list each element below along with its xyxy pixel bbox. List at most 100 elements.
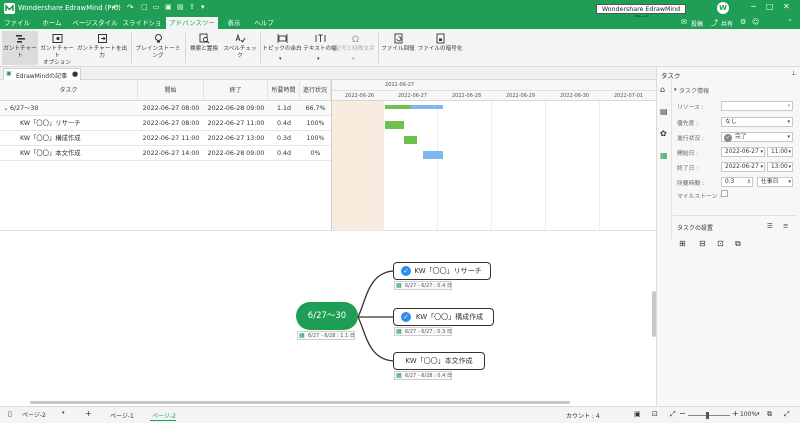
- zoom-level[interactable]: 100%: [740, 411, 757, 418]
- share-icon[interactable]: ⤴: [711, 18, 718, 28]
- menu-home[interactable]: ホーム: [40, 17, 64, 29]
- column-header-duration[interactable]: 所要時間: [268, 80, 300, 101]
- column-header-task[interactable]: タスク: [0, 80, 138, 101]
- symbols-button[interactable]: Ω 記号と特殊文字 ▾: [334, 31, 376, 65]
- expand-panel-icon[interactable]: ⤢: [784, 410, 790, 419]
- topic-margin-button[interactable]: トピックの余白 ▾: [262, 31, 302, 65]
- chevron-up-icon[interactable]: ⌃: [787, 18, 793, 26]
- file-recover-button[interactable]: ファイル回復: [380, 31, 416, 65]
- task-calendar-icon[interactable]: ▦: [660, 151, 668, 160]
- table-row[interactable]: KW「〇〇」本文作成 2022-06-27 14:00 2022-06-28 0…: [0, 146, 331, 161]
- table-row[interactable]: KW「〇〇」リサーチ 2022-06-27 08:00 2022-06-27 1…: [0, 116, 331, 131]
- spellcheck-button[interactable]: スペルチェック: [222, 31, 258, 65]
- horizontal-scrollbar[interactable]: [30, 401, 570, 404]
- share-label[interactable]: 共有: [721, 19, 733, 28]
- duration-unit-select[interactable]: 仕事日 ▾: [757, 177, 793, 187]
- save-icon[interactable]: ▣: [165, 3, 172, 11]
- open-folder-icon[interactable]: ▭: [153, 3, 160, 11]
- gantt-bar-summary-todo[interactable]: [411, 105, 443, 109]
- print-icon[interactable]: ▤: [177, 3, 184, 11]
- remove-task-icon[interactable]: ⊟: [699, 239, 706, 248]
- clipart-icon[interactable]: ✿: [660, 129, 667, 138]
- end-time-input[interactable]: 13:00 ▾: [767, 162, 793, 172]
- outdent-task-icon[interactable]: ⧉: [735, 239, 741, 249]
- fit-page-icon[interactable]: ▣: [634, 410, 641, 418]
- export-icon[interactable]: ⇪: [189, 3, 195, 11]
- redo-icon[interactable]: ↷: [127, 3, 134, 12]
- close-button[interactable]: ✕: [783, 2, 790, 11]
- end-date-value: 2022-06-27: [725, 164, 759, 170]
- table-row[interactable]: KW「〇〇」構成作成 2022-06-27 11:00 2022-06-27 1…: [0, 131, 331, 146]
- page-tab-1[interactable]: ページ-1: [110, 411, 134, 420]
- find-replace-button[interactable]: 検索と置換: [187, 31, 221, 65]
- brainstorm-button[interactable]: ブレインストーミング: [133, 31, 183, 65]
- gantt-bar-structure[interactable]: [404, 136, 417, 144]
- zoom-out-button[interactable]: −: [679, 409, 686, 418]
- stepper-icon[interactable]: ⇕: [747, 178, 751, 187]
- milestone-checkbox[interactable]: [721, 190, 728, 197]
- topic-research[interactable]: ✓ KW「〇〇」リサーチ: [393, 262, 491, 280]
- fullscreen-icon[interactable]: ⤢: [670, 410, 676, 419]
- new-file-icon[interactable]: ▢: [141, 3, 148, 11]
- column-header-progress[interactable]: 進行状況: [300, 80, 331, 101]
- page-select[interactable]: ページ-2 ▾: [22, 410, 72, 420]
- format-brush-icon[interactable]: ⌂: [660, 85, 665, 94]
- start-date-input[interactable]: 2022-06-27 ▾: [721, 147, 765, 157]
- gantt-bar-research[interactable]: [385, 121, 404, 129]
- gantt-chart-button[interactable]: ガントチャート: [2, 31, 38, 65]
- menu-help[interactable]: ヘルプ: [252, 17, 276, 29]
- fit-width-icon[interactable]: ⊡: [652, 410, 658, 418]
- unsaved-dot-icon[interactable]: ●: [72, 70, 78, 78]
- end-date-input[interactable]: 2022-06-27 ▾: [721, 162, 765, 172]
- duration-input[interactable]: 0.3 ⇕: [721, 177, 753, 187]
- account-icon[interactable]: ☺: [752, 18, 759, 26]
- minimize-button[interactable]: ─: [751, 2, 756, 11]
- pin-icon[interactable]: ⊥: [791, 69, 797, 77]
- zoom-slider[interactable]: [688, 415, 730, 416]
- topic-structure[interactable]: ✓ KW「〇〇」構成作成: [393, 308, 494, 326]
- progress-select[interactable]: ✓ 完了 ▾: [721, 132, 793, 142]
- start-time-input[interactable]: 11:00 ▾: [767, 147, 793, 157]
- column-header-end[interactable]: 終了: [204, 80, 268, 101]
- zoom-slider-thumb[interactable]: [706, 412, 709, 419]
- menu-page-style[interactable]: ページスタイル: [72, 17, 118, 29]
- quick-access-more-icon[interactable]: ▾: [201, 3, 205, 11]
- page-layout-icon[interactable]: ▯: [8, 410, 12, 418]
- add-subtask-icon[interactable]: ⊡: [717, 239, 724, 248]
- maximize-button[interactable]: □: [766, 2, 774, 11]
- add-page-icon[interactable]: +: [85, 409, 92, 418]
- menu-view[interactable]: 表示: [222, 17, 246, 29]
- expand-chevron-icon[interactable]: ⌄: [2, 101, 10, 116]
- gantt-bar-writing[interactable]: [423, 151, 443, 159]
- chevron-down-icon[interactable]: ▾: [757, 411, 760, 417]
- table-row[interactable]: ⌄ 6/27～30 2022-06-27 08:00 2022-06-28 09…: [0, 101, 331, 116]
- settings-icon[interactable]: ⚙: [740, 18, 746, 26]
- doc-tab[interactable]: ▣ EdrawMindの記事 ●: [3, 68, 81, 80]
- undo-icon[interactable]: ↶: [112, 3, 119, 12]
- zoom-in-button[interactable]: +: [732, 409, 739, 418]
- section-collapse-icon[interactable]: ▾: [674, 87, 677, 93]
- page-tab-2[interactable]: ページ-2: [152, 411, 176, 420]
- priority-select[interactable]: なし ▾: [721, 117, 793, 127]
- post-label[interactable]: 投稿: [691, 19, 703, 28]
- avatar[interactable]: W: [717, 2, 729, 14]
- gantt-options-button[interactable]: ガントチャート オプション: [40, 31, 74, 66]
- gantt-bar-summary-done[interactable]: [385, 105, 411, 109]
- split-view-icon[interactable]: ⧉: [767, 410, 772, 419]
- menu-advanced-tools[interactable]: アドバンスツール: [166, 17, 218, 39]
- text-width-button[interactable]: テキストの幅 ▾: [302, 31, 338, 65]
- file-encrypt-button[interactable]: ファイルの暗号化: [416, 31, 464, 65]
- menu-file[interactable]: ファイル: [3, 17, 31, 29]
- notes-icon[interactable]: ▤: [660, 107, 668, 116]
- gantt-export-button[interactable]: ガントチャートを出力: [76, 31, 128, 65]
- filter-settings-icon[interactable]: ≡: [783, 222, 788, 230]
- resource-select[interactable]: ▾: [721, 101, 793, 111]
- central-topic[interactable]: 6/27～30: [296, 302, 358, 330]
- add-task-icon[interactable]: ⊞: [679, 239, 686, 248]
- topic-writing[interactable]: KW「〇〇」本文作成: [393, 352, 485, 370]
- post-icon[interactable]: ✉: [681, 18, 687, 26]
- sort-icon[interactable]: ☰: [767, 222, 773, 230]
- mind-map-canvas[interactable]: 6/27～30 ▦ 6/27 - 6/28 : 1.1 日 ✓ KW「〇〇」リサ…: [0, 230, 656, 406]
- menu-slideshow[interactable]: スライドショー: [122, 17, 162, 39]
- column-header-start[interactable]: 開始: [138, 80, 204, 101]
